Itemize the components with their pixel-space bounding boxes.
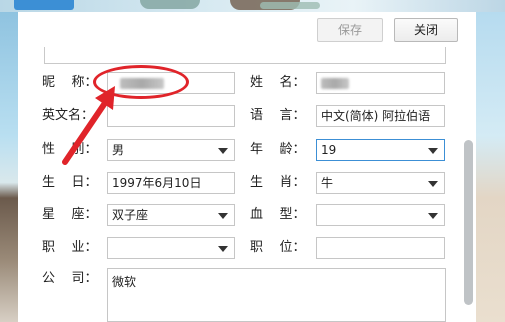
constellation-select[interactable]: 双子座 bbox=[107, 204, 235, 226]
age-value: 19 bbox=[321, 143, 337, 157]
zodiac-select[interactable]: 牛 bbox=[316, 172, 445, 194]
signature-field[interactable] bbox=[44, 47, 446, 64]
active-tab-indicator[interactable] bbox=[14, 0, 74, 10]
chevron-down-icon bbox=[218, 213, 228, 219]
close-button[interactable]: 关闭 bbox=[394, 18, 458, 42]
zodiac-value: 牛 bbox=[321, 176, 334, 190]
blood-type-label: 血 型： bbox=[250, 207, 306, 222]
english-name-field[interactable] bbox=[107, 105, 235, 127]
company-label: 公 司： bbox=[42, 271, 98, 286]
chevron-down-icon bbox=[428, 213, 438, 219]
name-label: 姓 名： bbox=[250, 75, 306, 90]
position-field[interactable] bbox=[316, 237, 445, 259]
chevron-down-icon bbox=[218, 148, 228, 154]
occupation-label: 职 业： bbox=[42, 240, 98, 255]
age-label: 年 龄： bbox=[250, 142, 306, 157]
language-field[interactable]: 中文(简体) 阿拉伯语 bbox=[316, 105, 445, 127]
occupation-select[interactable] bbox=[107, 237, 235, 259]
background-right bbox=[476, 12, 505, 322]
zodiac-label: 生 肖： bbox=[250, 175, 306, 190]
name-field[interactable] bbox=[316, 72, 445, 94]
scrollbar-thumb[interactable] bbox=[464, 140, 473, 305]
constellation-label: 星 座： bbox=[42, 207, 98, 222]
chevron-down-icon bbox=[428, 148, 438, 154]
company-field[interactable]: 微软 bbox=[107, 268, 446, 322]
birthday-label: 生 日： bbox=[42, 175, 98, 190]
background-decoration bbox=[140, 0, 200, 9]
background-decoration bbox=[260, 2, 320, 9]
constellation-value: 双子座 bbox=[112, 208, 149, 222]
chevron-down-icon bbox=[428, 181, 438, 187]
language-label: 语 言： bbox=[250, 108, 306, 123]
background-left bbox=[0, 12, 18, 322]
gender-select[interactable]: 男 bbox=[107, 139, 235, 161]
birthday-field[interactable]: 1997年6月10日 bbox=[107, 172, 235, 194]
position-label: 职 位： bbox=[250, 240, 306, 255]
blood-type-select[interactable] bbox=[316, 204, 445, 226]
save-button[interactable]: 保存 bbox=[317, 18, 383, 42]
annotation-arrow bbox=[62, 86, 115, 165]
age-select[interactable]: 19 bbox=[316, 139, 445, 161]
redacted-text bbox=[321, 78, 349, 89]
chevron-down-icon bbox=[218, 246, 228, 252]
